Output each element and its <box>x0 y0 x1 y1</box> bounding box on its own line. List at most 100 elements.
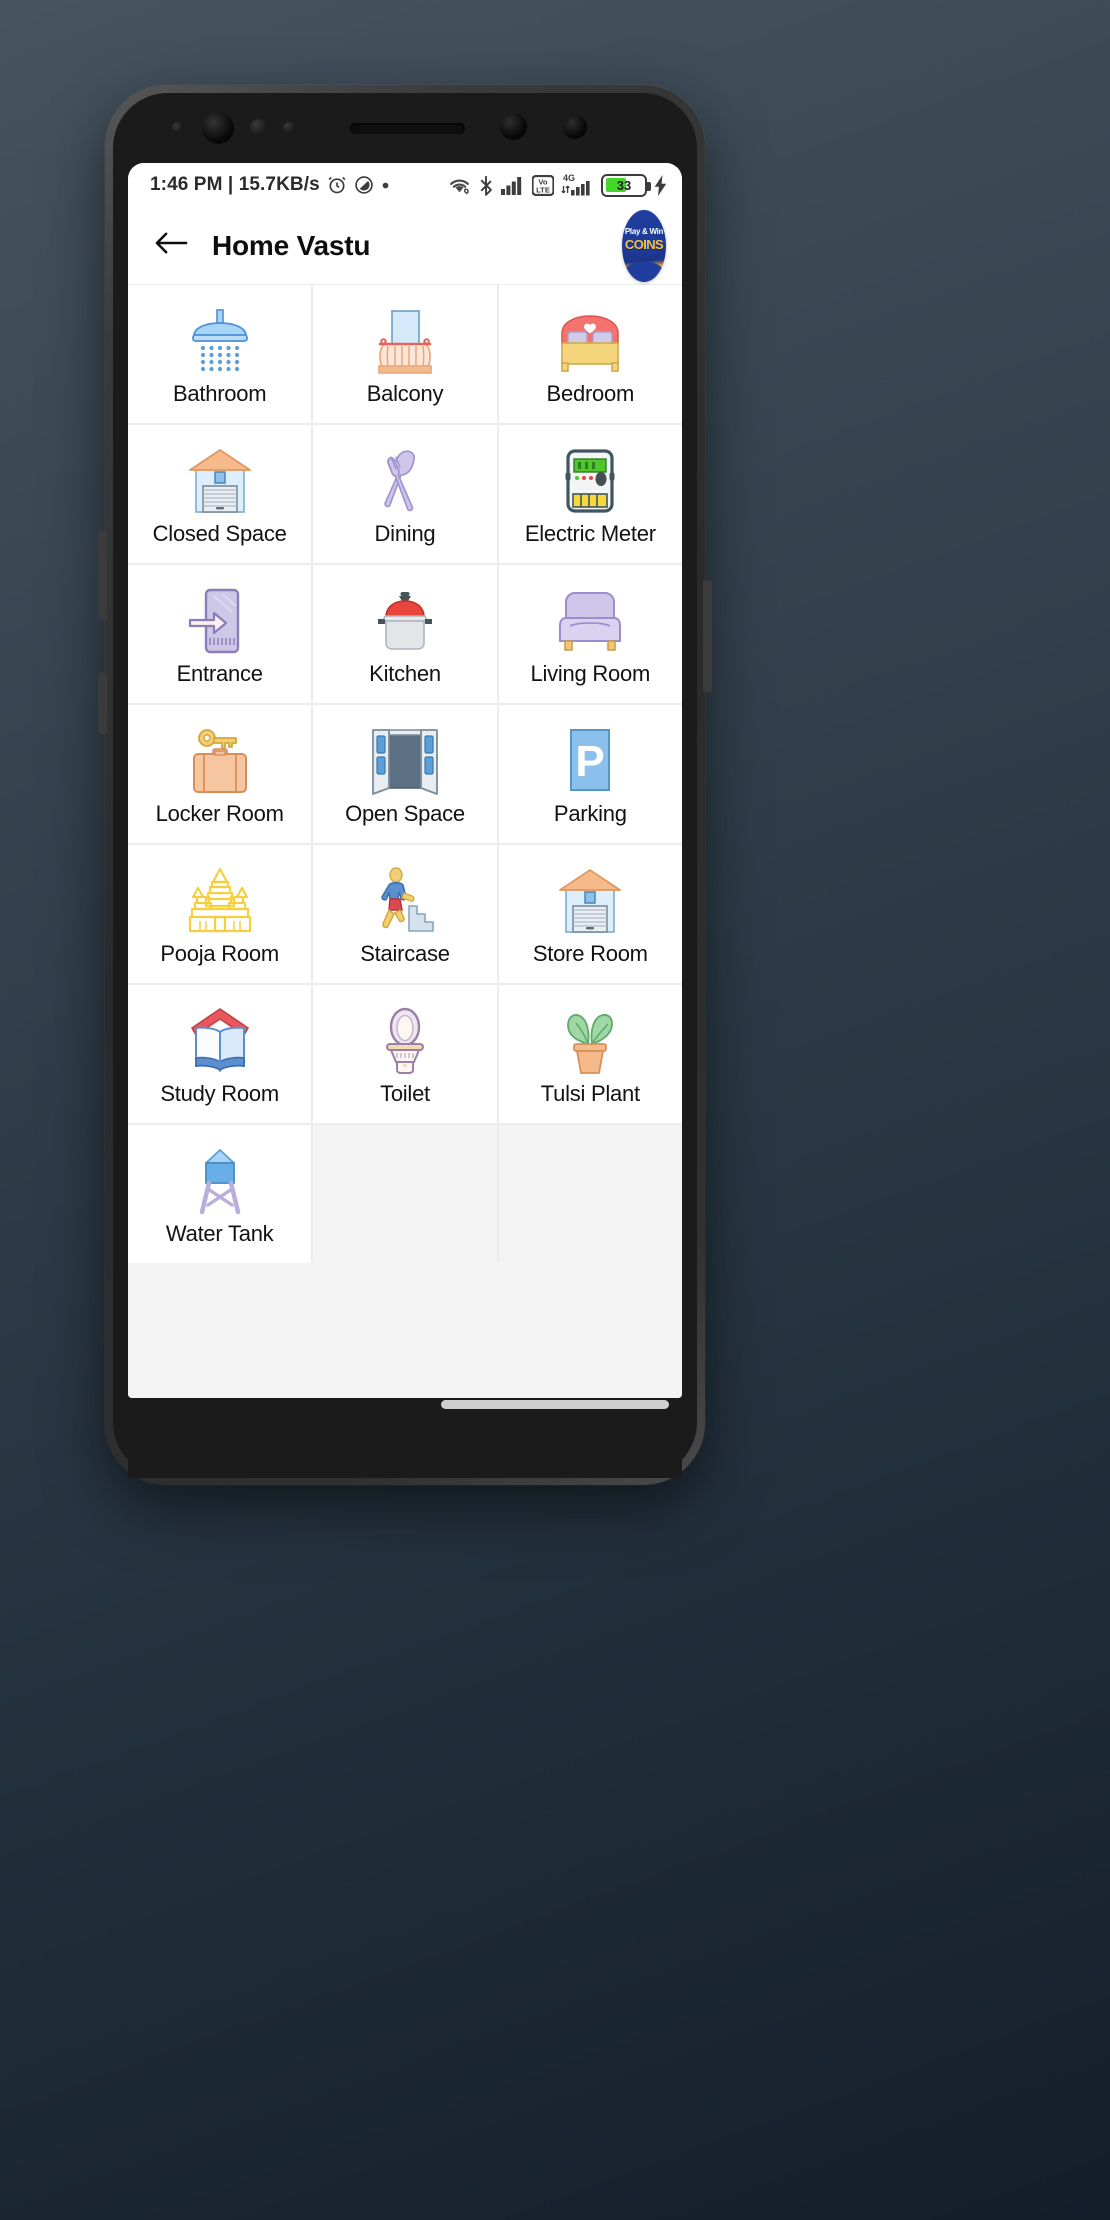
logo-wave <box>622 261 666 282</box>
grid-item-label: Store Room <box>532 941 648 967</box>
cellular-signal-2-icon: 4G <box>561 173 594 197</box>
app-bar: Home Vastu Play & Win COINS <box>128 207 682 285</box>
grid-empty-cell <box>313 1125 497 1263</box>
notification-dot-icon <box>381 181 390 190</box>
status-bar-left: 1:46 PM | 15.7KB/s <box>150 174 448 196</box>
do-not-disturb-icon <box>354 175 374 195</box>
svg-text:P: P <box>576 737 605 786</box>
open-doors-icon <box>369 724 441 796</box>
parking-sign-icon: P <box>554 724 626 796</box>
grid-item-label: Study Room <box>160 1081 279 1107</box>
tertiary-camera-icon <box>563 115 587 139</box>
grid-item-bedroom[interactable]: Bedroom <box>498 285 682 423</box>
grid-item-open-space[interactable]: Open Space <box>313 705 497 843</box>
battery-level: 33 <box>616 177 632 193</box>
electric-meter-icon <box>554 444 626 516</box>
bluetooth-icon <box>478 175 494 196</box>
grid-item-label: Bedroom <box>546 381 635 407</box>
double-bed-icon <box>554 304 626 376</box>
grid-item-label: Bathroom <box>172 381 267 407</box>
grid-item-store-room[interactable]: Store Room <box>498 845 682 983</box>
grid-item-toilet[interactable]: Toilet <box>313 985 497 1123</box>
grid-item-balcony[interactable]: Balcony <box>313 285 497 423</box>
vastu-category-grid: Bathroom Balcony Bedroom Closed Space Di… <box>128 285 682 1263</box>
phone-bottom-area <box>128 1398 682 1478</box>
grid-empty-cell <box>498 1125 682 1263</box>
grid-item-kitchen[interactable]: Kitchen <box>313 565 497 703</box>
grid-item-label: Staircase <box>360 941 450 967</box>
grid-item-label: Entrance <box>176 661 263 687</box>
cellular-signal-icon <box>501 176 525 195</box>
storage-garage-icon <box>554 864 626 936</box>
grid-item-entrance[interactable]: Entrance <box>128 565 312 703</box>
proximity-sensor-icon <box>172 122 183 133</box>
volte-icon: Vo LTE <box>532 174 554 196</box>
shower-head-icon <box>184 304 256 376</box>
grid-item-label: Locker Room <box>155 801 284 827</box>
closed-garage-icon <box>184 444 256 516</box>
fork-spoon-icon <box>369 444 441 516</box>
phone-sensor-row <box>105 85 705 163</box>
volume-button[interactable] <box>98 530 107 620</box>
grid-item-label: Pooja Room <box>160 941 279 967</box>
front-camera-icon <box>202 112 234 144</box>
phone-screen: 1:46 PM | 15.7KB/s Vo LTE 4G 33 Home Vas… <box>128 163 682 1398</box>
svg-text:LTE: LTE <box>536 185 550 194</box>
potted-plant-icon <box>554 1004 626 1076</box>
back-button[interactable] <box>150 225 192 267</box>
balcony-railing-icon <box>369 304 441 376</box>
cooking-pot-icon <box>369 584 441 656</box>
gesture-navigation-pill[interactable] <box>441 1400 669 1409</box>
assistant-button[interactable] <box>98 672 107 734</box>
grid-item-label: Open Space <box>345 801 465 827</box>
logo-top-text: Play & Win <box>624 227 664 237</box>
charging-bolt-icon <box>654 174 668 196</box>
grid-item-label: Living Room <box>530 661 651 687</box>
grid-item-label: Electric Meter <box>524 521 656 547</box>
grid-item-water-tank[interactable]: Water Tank <box>128 1125 312 1263</box>
grid-item-staircase[interactable]: Staircase <box>313 845 497 983</box>
grid-item-dining[interactable]: Dining <box>313 425 497 563</box>
status-clock: 1:46 PM | 15.7KB/s <box>150 174 320 195</box>
door-arrow-icon <box>184 584 256 656</box>
grid-item-label: Closed Space <box>152 521 287 547</box>
grid-item-parking[interactable]: P Parking <box>498 705 682 843</box>
grid-item-electric-meter[interactable]: Electric Meter <box>498 425 682 563</box>
grid-item-living-room[interactable]: Living Room <box>498 565 682 703</box>
key-suitcase-icon <box>184 724 256 796</box>
person-stairs-icon <box>369 864 441 936</box>
temple-icon <box>184 864 256 936</box>
grid-item-locker-room[interactable]: Locker Room <box>128 705 312 843</box>
grid-item-label: Toilet <box>380 1081 430 1107</box>
ir-sensor-icon <box>283 122 295 134</box>
grid-item-label: Balcony <box>366 381 444 407</box>
light-sensor-icon <box>250 119 267 136</box>
status-bar: 1:46 PM | 15.7KB/s Vo LTE 4G 33 <box>128 163 682 207</box>
back-arrow-icon <box>155 229 188 262</box>
toilet-icon <box>369 1004 441 1076</box>
grid-item-label: Tulsi Plant <box>540 1081 640 1107</box>
page-title: Home Vastu <box>212 229 371 261</box>
logo-main-text: COINS <box>624 237 664 253</box>
alarm-clock-icon <box>327 175 347 195</box>
battery-icon: 33 <box>601 173 651 197</box>
armchair-icon <box>554 584 626 656</box>
grid-item-label: Parking <box>553 801 627 827</box>
svg-text:4G: 4G <box>563 173 575 183</box>
grid-item-closed-space[interactable]: Closed Space <box>128 425 312 563</box>
app-logo[interactable]: Play & Win COINS <box>622 209 666 282</box>
open-book-house-icon <box>184 1004 256 1076</box>
secondary-camera-icon <box>500 113 527 140</box>
water-tower-icon <box>184 1144 256 1216</box>
grid-scroll-area[interactable]: Bathroom Balcony Bedroom Closed Space Di… <box>128 285 682 1398</box>
status-bar-right: Vo LTE 4G 33 <box>448 173 668 197</box>
earpiece-speaker <box>350 123 465 134</box>
grid-item-pooja-room[interactable]: Pooja Room <box>128 845 312 983</box>
wifi-icon <box>448 176 471 195</box>
power-button[interactable] <box>703 580 712 692</box>
grid-item-label: Dining <box>374 521 436 547</box>
grid-item-study-room[interactable]: Study Room <box>128 985 312 1123</box>
grid-item-bathroom[interactable]: Bathroom <box>128 285 312 423</box>
grid-item-tulsi-plant[interactable]: Tulsi Plant <box>498 985 682 1123</box>
grid-item-label: Water Tank <box>165 1221 274 1247</box>
